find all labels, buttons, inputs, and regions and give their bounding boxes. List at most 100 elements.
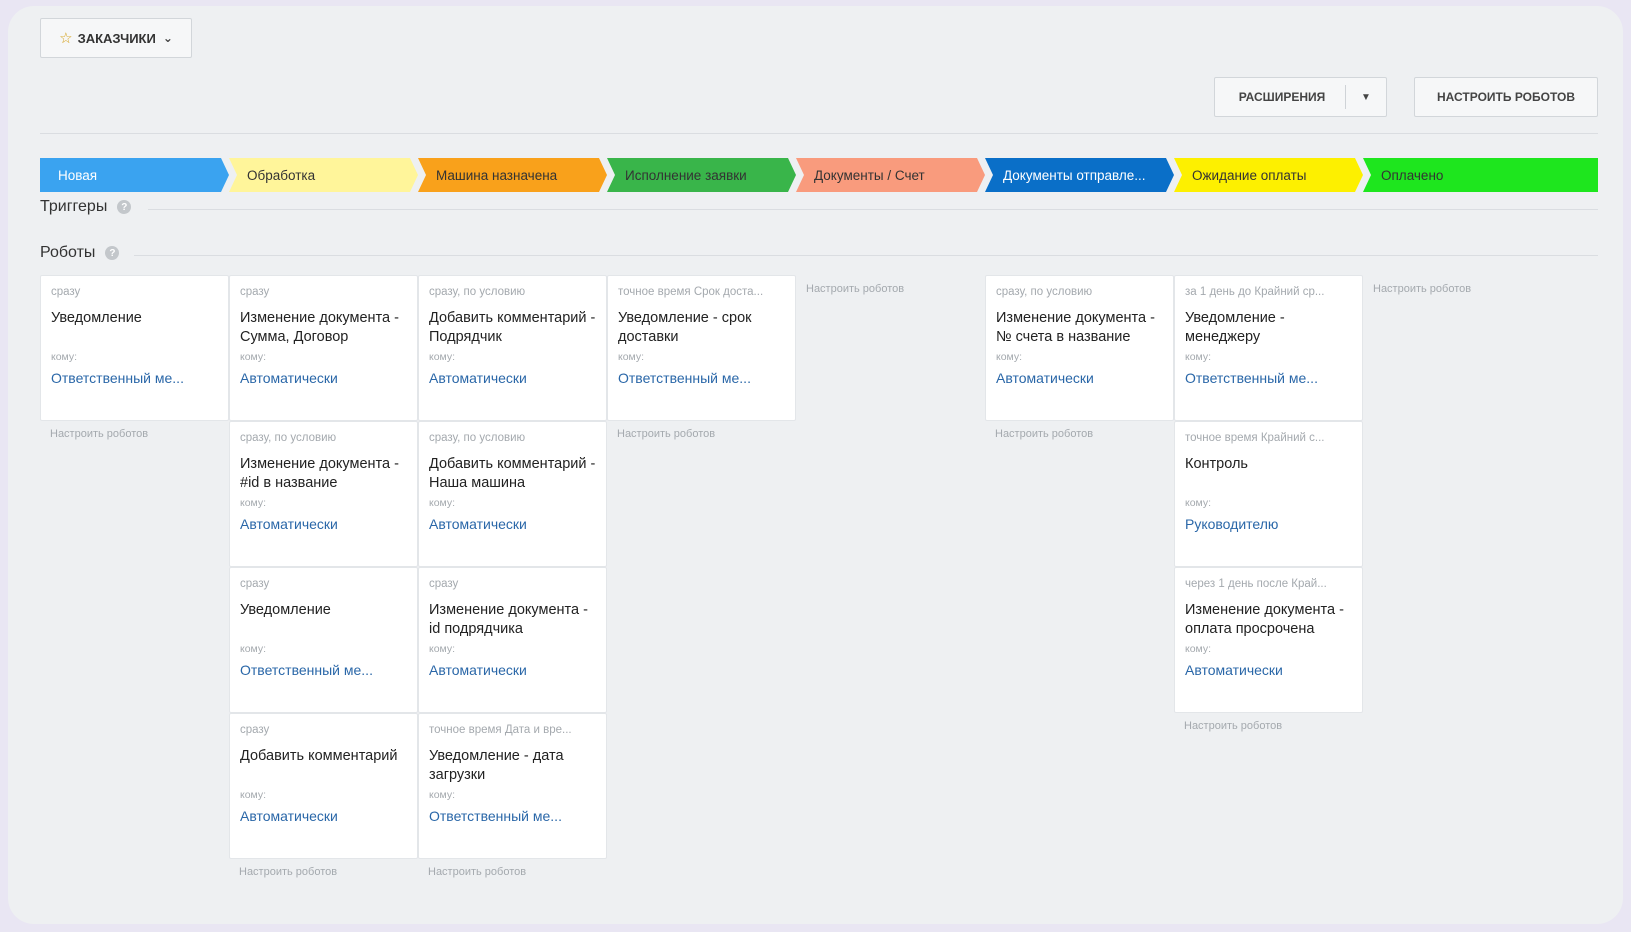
robot-condition: сразу (51, 286, 81, 298)
robots-divider (134, 255, 1598, 256)
triggers-heading: Триггеры ? (40, 198, 132, 216)
robot-card[interactable]: сразу, по условию Изменение документа - #… (229, 421, 418, 567)
filter-dropdown-button[interactable]: ☆ ЗАКАЗЧИКИ ⌄ (40, 18, 192, 58)
stage-1[interactable]: Новая (40, 158, 229, 192)
robot-to-label: кому: (240, 643, 267, 655)
robot-to-label: кому: (429, 351, 456, 363)
robot-card[interactable]: сразу Уведомление кому: Ответственный ме... (229, 567, 418, 713)
setup-robots-link[interactable]: Настроить роботов (995, 428, 1093, 440)
robot-card[interactable]: точное время Срок доста... Уведомление - … (607, 275, 796, 421)
robot-title: Изменение документа - id подрядчика (429, 602, 588, 637)
stage-label: Документы / Счет (814, 167, 925, 183)
robot-title: Добавить комментарий (240, 748, 398, 764)
setup-robots-link[interactable]: Настроить роботов (428, 866, 526, 878)
stage-4[interactable]: Исполнение заявки (607, 158, 796, 192)
robot-to-label: кому: (996, 351, 1023, 363)
robot-condition: сразу, по условию (429, 432, 526, 444)
setup-robots-button[interactable]: НАСТРОИТЬ РОБОТОВ (1414, 77, 1598, 117)
robot-recipient-link[interactable]: Ответственный ме... (429, 808, 597, 824)
stage-label: Обработка (247, 167, 316, 183)
robot-recipient-link[interactable]: Автоматически (1185, 662, 1353, 678)
stage-bar: Новая Обработка Машина назначена Исполнение… (40, 158, 1598, 192)
robot-to-label: кому: (429, 497, 456, 509)
setup-robots-link[interactable]: Настроить роботов (239, 866, 337, 878)
robot-card[interactable]: точное время Дата и вре... Уведомление - … (418, 713, 607, 859)
robot-title: Добавить комментарий - Наша машина (429, 456, 596, 491)
extensions-label[interactable]: РАСШИРЕНИЯ (1215, 90, 1345, 104)
robot-card[interactable]: сразу, по условию Изменение документа - №… (985, 275, 1174, 421)
help-icon[interactable]: ? (105, 246, 120, 260)
robot-to-label: кому: (429, 643, 456, 655)
robot-title: Уведомление (240, 602, 331, 618)
robots-title: Роботы (40, 244, 96, 261)
robot-card[interactable]: сразу Изменение документа - Сумма, Догово… (229, 275, 418, 421)
robot-title: Уведомление (51, 310, 142, 326)
robot-recipient-link[interactable]: Ответственный ме... (51, 370, 219, 386)
robot-recipient-link[interactable]: Руководителю (1185, 516, 1353, 532)
robot-card[interactable]: сразу Добавить комментарий кому: Автоматиче… (229, 713, 418, 859)
setup-robots-link[interactable]: Настроить роботов (617, 428, 715, 440)
robot-card[interactable]: сразу, по условию Добавить комментарий - … (418, 275, 607, 421)
robot-recipient-link[interactable]: Автоматически (240, 808, 408, 824)
stage-label: Новая (58, 167, 98, 183)
robot-to-label: кому: (1185, 497, 1212, 509)
robot-title: Добавить комментарий - Подрядчик (429, 310, 596, 345)
robot-card[interactable]: сразу Уведомление кому: Ответственный ме... (40, 275, 229, 421)
robot-condition: за 1 день до Крайний ср... (1185, 286, 1325, 298)
robot-card[interactable]: сразу, по условию Добавить комментарий - … (418, 421, 607, 567)
stage-label: Машина назначена (436, 167, 558, 183)
robot-recipient-link[interactable]: Автоматически (429, 662, 597, 678)
robot-card[interactable]: за 1 день до Крайний ср... Уведомление - … (1174, 275, 1363, 421)
stage-5[interactable]: Документы / Счет (796, 158, 985, 192)
robot-to-label: кому: (51, 351, 78, 363)
robot-condition: сразу, по условию (996, 286, 1093, 298)
robot-title: Уведомление - дата загрузки (429, 748, 564, 783)
robot-recipient-link[interactable]: Автоматически (240, 370, 408, 386)
robot-to-label: кому: (240, 351, 267, 363)
robot-to-label: кому: (429, 789, 456, 801)
robot-condition: сразу (240, 724, 270, 736)
robot-recipient-link[interactable]: Автоматически (996, 370, 1164, 386)
robot-card[interactable]: точное время Крайний с... Контроль кому: Ру… (1174, 421, 1363, 567)
robots-heading: Роботы ? (40, 244, 120, 262)
robot-condition: через 1 день после Край... (1185, 578, 1327, 590)
setup-robots-link[interactable]: Настроить роботов (806, 283, 904, 295)
robot-title: Изменение документа - № счета в название (996, 310, 1155, 345)
extensions-button[interactable]: РАСШИРЕНИЯ ▼ (1214, 77, 1387, 117)
robot-title: Уведомление - менеджеру (1185, 310, 1285, 345)
robot-card[interactable]: через 1 день после Край... Изменение доку… (1174, 567, 1363, 713)
stage-8[interactable]: Оплачено (1363, 158, 1598, 192)
robot-recipient-link[interactable]: Автоматически (429, 516, 597, 532)
stage-2[interactable]: Обработка (229, 158, 418, 192)
stage-label: Документы отправле... (1003, 167, 1146, 183)
chevron-down-icon: ⌄ (162, 31, 173, 45)
robot-condition: точное время Дата и вре... (429, 724, 572, 736)
robot-condition: сразу (240, 578, 270, 590)
setup-robots-link[interactable]: Настроить роботов (1184, 720, 1282, 732)
stage-3[interactable]: Машина назначена (418, 158, 607, 192)
robot-recipient-link[interactable]: Ответственный ме... (618, 370, 786, 386)
robot-title: Контроль (1185, 456, 1248, 472)
robot-title: Изменение документа - Сумма, Договор (240, 310, 399, 345)
robot-condition: точное время Срок доста... (618, 286, 764, 298)
robot-condition: сразу, по условию (240, 432, 337, 444)
setup-robots-link[interactable]: Настроить роботов (1373, 283, 1471, 295)
caret-down-icon[interactable]: ▼ (1346, 92, 1386, 103)
stage-6[interactable]: Документы отправле... (985, 158, 1174, 192)
robot-recipient-link[interactable]: Ответственный ме... (240, 662, 408, 678)
triggers-title: Триггеры (40, 198, 108, 215)
star-icon: ☆ (59, 30, 73, 47)
robot-recipient-link[interactable]: Автоматически (429, 370, 597, 386)
setup-robots-link[interactable]: Настроить роботов (50, 428, 148, 440)
help-icon[interactable]: ? (117, 200, 132, 214)
robot-condition: сразу (429, 578, 459, 590)
robot-to-label: кому: (240, 789, 267, 801)
robot-recipient-link[interactable]: Ответственный ме... (1185, 370, 1353, 386)
robot-recipient-link[interactable]: Автоматически (240, 516, 408, 532)
stage-7[interactable]: Ожидание оплаты (1174, 158, 1363, 192)
automation-board: ☆ ЗАКАЗЧИКИ ⌄ РАСШИРЕНИЯ ▼ НАСТРОИТЬ РОБ… (40, 18, 1598, 918)
filter-label: ЗАКАЗЧИКИ (77, 30, 156, 46)
robot-to-label: кому: (1185, 351, 1212, 363)
robot-card[interactable]: сразу Изменение документа - id подрядчика… (418, 567, 607, 713)
stage-label: Оплачено (1381, 167, 1444, 183)
